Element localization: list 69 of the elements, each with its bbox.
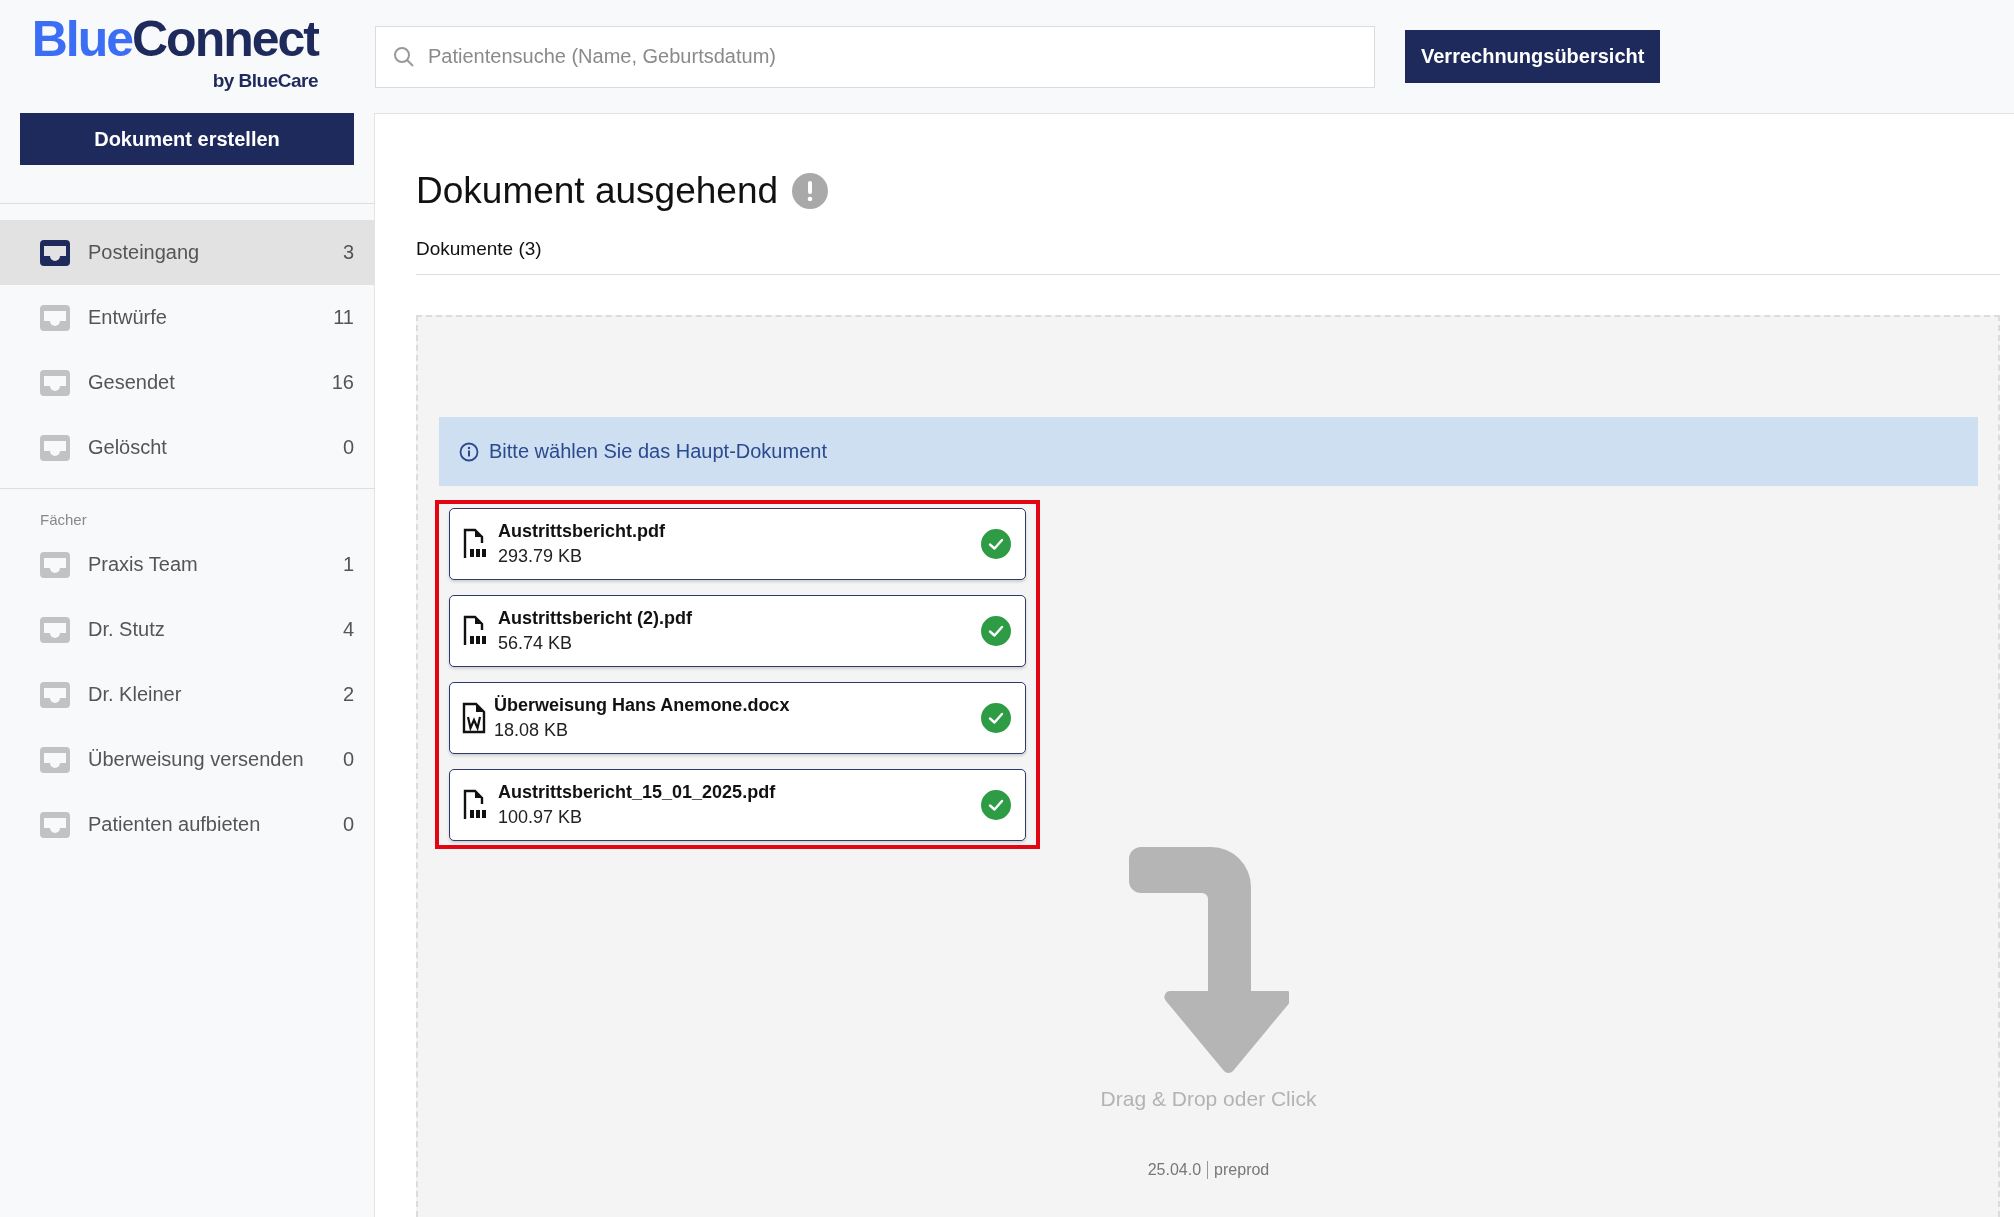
page-title: Dokument ausgehend [416,170,779,212]
drop-zone[interactable] [416,315,2000,1217]
file-name: Austrittsbericht.pdf [498,521,665,542]
file-size: 293.79 KB [498,546,583,567]
file-size: 18.08 KB [494,720,569,741]
file-name: Überweisung Hans Anemone.docx [494,695,790,716]
inbox-tray-icon [40,681,70,708]
sidebar-item[interactable]: Praxis Team 1 [0,532,374,597]
logo-tagline: by BlueCare [212,70,318,92]
check-icon[interactable] [981,529,1011,559]
file-size: 100.97 KB [498,807,583,828]
file-name: Austrittsbericht_15_01_2025.pdf [498,782,776,803]
item-count: 1 [342,553,354,576]
search-field[interactable]: Patientensuche (Name, Geburtsdatum) [375,25,1375,88]
sidebar-item[interactable]: Gesendet 16 [0,350,374,415]
file-card[interactable]: Austrittsbericht (2).pdf 56.74 KB [449,595,1026,667]
create-document-button[interactable]: Dokument erstellen [20,113,354,165]
drop-hint: Drag & Drop oder Click [1100,1087,1317,1111]
check-icon[interactable] [981,703,1011,733]
item-label: Entwürfe [88,306,168,329]
item-label: Dr. Stutz [88,618,166,641]
item-label: Praxis Team [88,553,199,576]
item-count: 16 [331,371,354,394]
item-count: 0 [342,436,354,459]
inbox-tray-icon [40,746,70,773]
file-card[interactable]: Austrittsbericht_15_01_2025.pdf 100.97 KB [449,769,1026,841]
item-count: 3 [342,241,354,264]
sidebar-item[interactable]: Überweisung versenden 0 [0,727,374,792]
sidebar-item[interactable]: Posteingang 3 [0,220,374,285]
item-count: 0 [342,813,354,836]
sidebar-item[interactable]: Gelöscht 0 [0,415,374,480]
item-label: Gelöscht [88,436,168,459]
inbox-tray-icon [40,551,70,578]
inbox-tray-icon [40,434,70,461]
file-card[interactable]: Austrittsbericht.pdf 293.79 KB [449,508,1026,580]
version-text: 25.04.0 [1147,1161,1202,1179]
inbox-tray-icon [40,369,70,396]
item-count: 11 [333,306,354,329]
sidebar-item[interactable]: Dr. Stutz 4 [0,597,374,662]
sidebar-item[interactable]: Entwürfe 11 [0,285,374,350]
billing-overview-button[interactable]: Verrechnungsübersicht [1405,30,1661,83]
item-count: 2 [342,683,354,706]
logo-wordmark: BlueConnect [31,14,318,64]
item-label: Dr. Kleiner [88,683,183,706]
item-label: Überweisung versenden [88,748,305,771]
inbox-tray-icon [40,304,70,331]
item-count: 4 [342,618,354,641]
documents-tab[interactable]: Dokumente (3) [416,238,542,274]
sidebar-item[interactable]: Patienten aufbieten 0 [0,792,374,857]
alert-icon [792,173,829,209]
inbox-tray-icon [40,616,70,643]
file-name: Austrittsbericht (2).pdf [498,608,692,629]
environment-text: preprod [1214,1161,1270,1179]
item-count: 0 [342,748,354,771]
item-label: Posteingang [88,241,201,264]
file-size: 56.74 KB [498,633,573,654]
check-icon[interactable] [981,790,1011,820]
info-icon [459,441,479,462]
inbox-tray-icon [40,811,70,838]
check-icon[interactable] [981,616,1011,646]
inbox-tray-icon [40,239,70,266]
file-card[interactable]: Überweisung Hans Anemone.docx 18.08 KB [449,682,1026,754]
item-label: Patienten aufbieten [88,813,262,836]
word-file-icon [462,702,486,734]
item-label: Gesendet [88,371,176,394]
section-heading: Fächer [39,510,88,530]
banner-text: Bitte wählen Sie das Haupt-Dokument [489,440,827,463]
search-icon [393,45,415,68]
sidebar-item[interactable]: Dr. Kleiner 2 [0,662,374,727]
